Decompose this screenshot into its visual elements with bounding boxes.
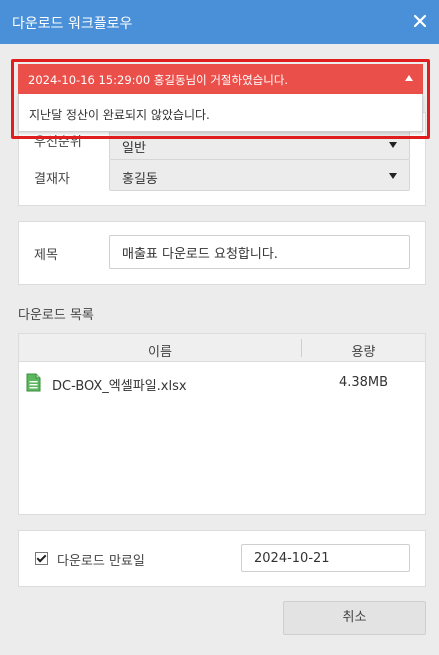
expiry-checkbox[interactable] [35,552,48,565]
subject-input[interactable] [109,235,410,269]
notification-highlight-frame [11,59,430,139]
window-titlebar: 다운로드 워크플로우 [0,0,439,44]
checkmark-icon [36,552,47,563]
column-header-name[interactable]: 이름 [19,341,301,360]
chevron-down-icon [389,142,397,148]
excel-file-icon [26,373,41,392]
expiry-label: 다운로드 만료일 [57,554,145,569]
file-name: DC-BOX_엑셀파일.xlsx [52,379,187,394]
subject-label: 제목 [34,248,58,263]
close-icon[interactable] [411,12,429,30]
table-row[interactable]: DC-BOX_엑셀파일.xlsx 4.38MB [19,369,425,397]
window-title: 다운로드 워크플로우 [12,16,133,32]
download-list-title: 다운로드 목록 [18,308,94,323]
chevron-down-icon [389,173,397,179]
column-header-size[interactable]: 용량 [302,341,425,360]
file-size: 4.38MB [338,375,389,390]
cancel-button[interactable]: 취소 [283,601,426,635]
file-table-header: 이름 용량 [19,334,425,362]
approver-select[interactable]: 홍길동 [109,159,410,191]
approver-label: 결재자 [34,172,70,187]
expiry-date-input[interactable] [241,544,410,572]
approver-value: 홍길동 [122,172,158,187]
priority-value: 일반 [122,141,146,156]
